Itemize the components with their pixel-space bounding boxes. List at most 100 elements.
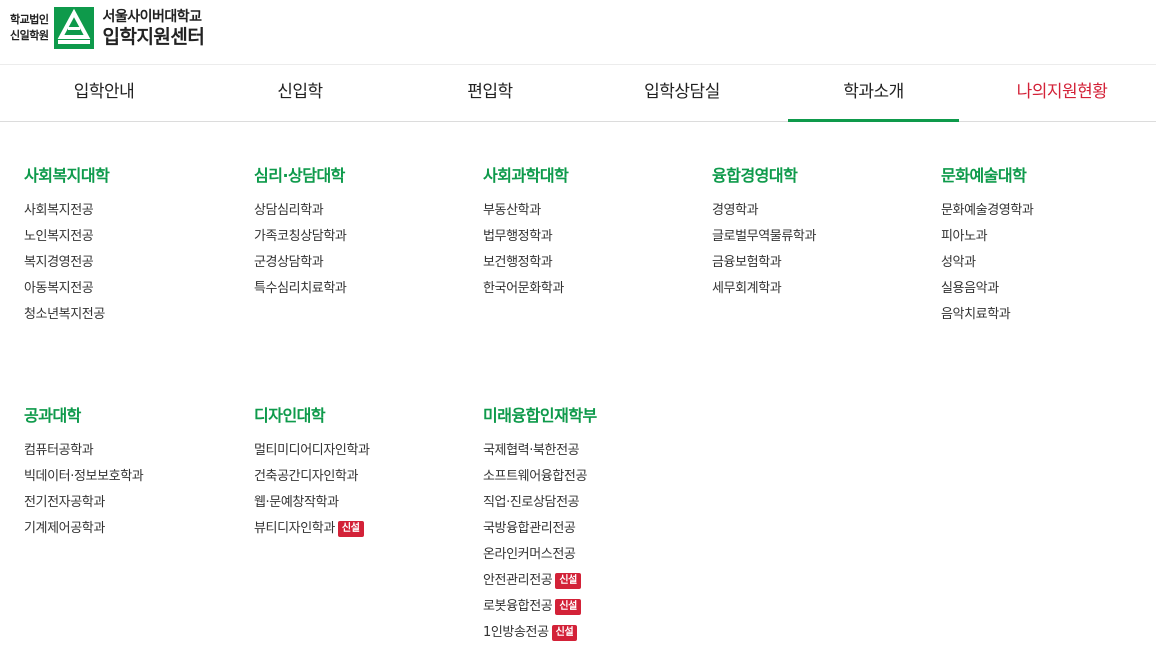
dept-item[interactable]: 경영학과 [712, 202, 932, 228]
dept-link[interactable]: 멀티미디어디자인학과 [254, 443, 370, 458]
dept-link[interactable]: 웹·문예창작학과 [254, 495, 339, 510]
nav-item-freshman[interactable]: 신입학 [204, 65, 396, 122]
dept-item[interactable]: 글로벌무역물류학과 [712, 228, 932, 254]
dept-item[interactable]: 온라인커머스전공 [483, 546, 703, 572]
nav-item-my-application[interactable]: 나의지원현황 [966, 65, 1156, 122]
dept-item[interactable]: 보건행정학과 [483, 254, 703, 280]
dept-item[interactable]: 안전관리전공 신설 [483, 572, 703, 598]
dept-item[interactable]: 성악과 [941, 254, 1156, 280]
dept-link[interactable]: 온라인커머스전공 [483, 547, 576, 562]
dept-item[interactable]: 특수심리치료학과 [254, 280, 474, 306]
dept-item[interactable]: 음악치료학과 [941, 306, 1156, 332]
dept-item[interactable]: 멀티미디어디자인학과 [254, 442, 474, 468]
site-logo[interactable]: 학교법인 신일학원 서울사이버대학교 입학지원센터 [10, 6, 205, 50]
dept-link[interactable]: 피아노과 [941, 229, 988, 244]
dept-item[interactable]: 빅데이터·정보보호학과 [24, 468, 244, 494]
dept-item[interactable]: 한국어문화학과 [483, 280, 703, 306]
dept-link[interactable]: 문화예술경영학과 [941, 203, 1034, 218]
dept-item[interactable]: 전기전자공학과 [24, 494, 244, 520]
dept-link[interactable]: 세무회계학과 [712, 281, 782, 296]
dept-link[interactable]: 한국어문화학과 [483, 281, 564, 296]
dept-link[interactable]: 뷰티디자인학과 [254, 521, 335, 536]
logo-corporation: 학교법인 신일학원 [10, 12, 49, 44]
dept-item[interactable]: 법무행정학과 [483, 228, 703, 254]
new-badge: 신설 [337, 521, 364, 537]
dept-item[interactable]: 군경상담학과 [254, 254, 474, 280]
dept-link[interactable]: 특수심리치료학과 [254, 281, 347, 296]
dept-link[interactable]: 노인복지전공 [24, 229, 94, 244]
dept-link[interactable]: 사회복지전공 [24, 203, 94, 218]
logo-title-line1: 서울사이버대학교 [102, 9, 202, 25]
dept-item[interactable]: 가족코칭상담학과 [254, 228, 474, 254]
dept-link[interactable]: 글로벌무역물류학과 [712, 229, 816, 244]
dept-link[interactable]: 부동산학과 [483, 203, 541, 218]
dept-item[interactable]: 1인방송전공 신설 [483, 624, 703, 650]
dept-link[interactable]: 국제협력·북한전공 [483, 443, 580, 458]
dept-item[interactable]: 아동복지전공 [24, 280, 244, 306]
college-title[interactable]: 미래융합인재학부 [483, 405, 703, 427]
dept-link[interactable]: 가족코칭상담학과 [254, 229, 347, 244]
dept-item[interactable]: 실용음악과 [941, 280, 1156, 306]
dept-link[interactable]: 금융보험학과 [712, 255, 782, 270]
college-title[interactable]: 사회과학대학 [483, 165, 703, 187]
dept-link[interactable]: 보건행정학과 [483, 255, 553, 270]
college-title[interactable]: 공과대학 [24, 405, 244, 427]
dept-link[interactable]: 복지경영전공 [24, 255, 94, 270]
dept-link[interactable]: 빅데이터·정보보호학과 [24, 469, 144, 484]
dept-link[interactable]: 군경상담학과 [254, 255, 324, 270]
dept-link[interactable]: 컴퓨터공학과 [24, 443, 94, 458]
dept-item[interactable]: 웹·문예창작학과 [254, 494, 474, 520]
dept-item[interactable]: 노인복지전공 [24, 228, 244, 254]
dept-item[interactable]: 세무회계학과 [712, 280, 932, 306]
dept-link[interactable]: 전기전자공학과 [24, 495, 105, 510]
nav-item-departments[interactable]: 학과소개 [788, 65, 959, 122]
college-title[interactable]: 심리·상담대학 [254, 165, 474, 187]
dept-link[interactable]: 직업·진로상담전공 [483, 495, 580, 510]
site-header: 학교법인 신일학원 서울사이버대학교 입학지원센터 [0, 0, 1156, 65]
nav-item-consultation[interactable]: 입학상담실 [586, 65, 778, 122]
dept-link[interactable]: 법무행정학과 [483, 229, 553, 244]
college-title[interactable]: 사회복지대학 [24, 165, 244, 187]
nav-item-transfer[interactable]: 편입학 [394, 65, 586, 122]
dept-item[interactable]: 건축공간디자인학과 [254, 468, 474, 494]
dept-link[interactable]: 국방융합관리전공 [483, 521, 576, 536]
college-title[interactable]: 융합경영대학 [712, 165, 932, 187]
dept-item[interactable]: 사회복지전공 [24, 202, 244, 228]
dept-item[interactable]: 문화예술경영학과 [941, 202, 1156, 228]
dept-item[interactable]: 뷰티디자인학과 신설 [254, 520, 474, 546]
dept-item[interactable]: 금융보험학과 [712, 254, 932, 280]
dept-item[interactable]: 기계제어공학과 [24, 520, 244, 546]
dept-item[interactable]: 복지경영전공 [24, 254, 244, 280]
logo-title-line2: 입학지원센터 [102, 26, 205, 48]
nav-item-admission-guide[interactable]: 입학안내 [8, 65, 200, 122]
dept-link[interactable]: 아동복지전공 [24, 281, 94, 296]
dept-link[interactable]: 성악과 [941, 255, 976, 270]
dept-link[interactable]: 소프트웨어융합전공 [483, 469, 587, 484]
dept-item[interactable]: 국방융합관리전공 [483, 520, 703, 546]
dept-item[interactable]: 컴퓨터공학과 [24, 442, 244, 468]
dept-item[interactable]: 청소년복지전공 [24, 306, 244, 332]
dept-link[interactable]: 건축공간디자인학과 [254, 469, 358, 484]
college-culture-arts: 문화예술대학 문화예술경영학과 피아노과 성악과 실용음악과 음악치료학과 [941, 165, 1156, 332]
dept-link[interactable]: 음악치료학과 [941, 307, 1011, 322]
dept-item[interactable]: 직업·진로상담전공 [483, 494, 703, 520]
dept-item[interactable]: 피아노과 [941, 228, 1156, 254]
dept-link[interactable]: 실용음악과 [941, 281, 999, 296]
college-title[interactable]: 디자인대학 [254, 405, 474, 427]
dept-link[interactable]: 안전관리전공 [483, 573, 553, 588]
dept-item[interactable]: 부동산학과 [483, 202, 703, 228]
dept-item[interactable]: 국제협력·북한전공 [483, 442, 703, 468]
dept-link[interactable]: 경영학과 [712, 203, 759, 218]
dept-item[interactable]: 소프트웨어융합전공 [483, 468, 703, 494]
college-title[interactable]: 문화예술대학 [941, 165, 1156, 187]
dept-item[interactable]: 상담심리학과 [254, 202, 474, 228]
dept-link[interactable]: 1인방송전공 [483, 625, 549, 640]
dept-item[interactable]: 로봇융합전공 신설 [483, 598, 703, 624]
new-badge: 신설 [551, 625, 578, 641]
dept-link[interactable]: 로봇융합전공 [483, 599, 553, 614]
dept-link[interactable]: 기계제어공학과 [24, 521, 105, 536]
dept-link[interactable]: 상담심리학과 [254, 203, 324, 218]
dept-link[interactable]: 청소년복지전공 [24, 307, 105, 322]
main-navigation: 입학안내 신입학 편입학 입학상담실 학과소개 나의지원현황 [0, 65, 1156, 122]
new-badge: 신설 [555, 599, 581, 615]
